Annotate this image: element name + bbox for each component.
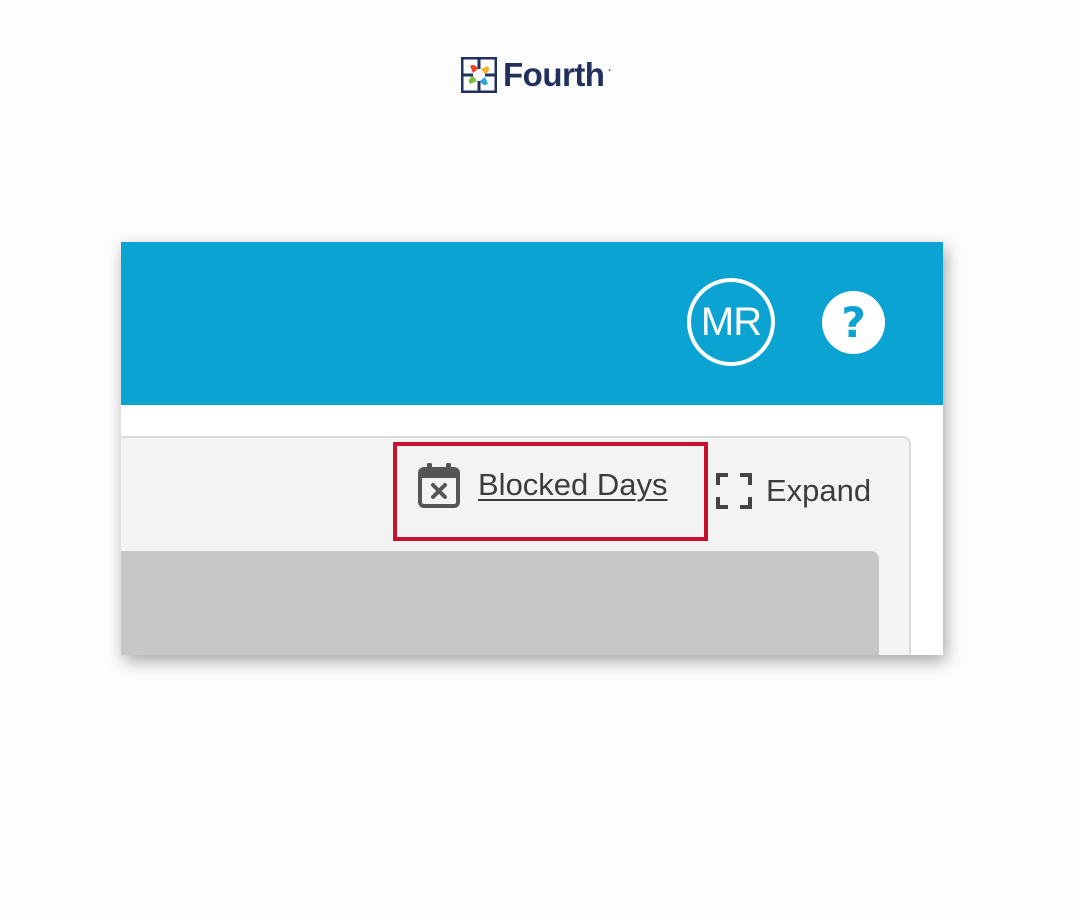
fourth-logo-text: Fourth. [503,57,611,93]
help-button[interactable]: ? [822,291,885,354]
expand-button[interactable]: Expand [716,471,871,511]
app-header: MR ? [121,242,943,405]
content-area: Blocked Days Expand [121,405,943,655]
calendar-x-icon [418,463,460,508]
panel-body [121,551,879,655]
user-avatar[interactable]: MR [687,278,775,366]
instruction-graphic: Fourth. MR ? Blocked Days Expand [0,0,1080,920]
trademark-dot: . [608,63,611,74]
screenshot-card: MR ? Blocked Days Expand [121,242,943,655]
blocked-days-link[interactable]: Blocked Days [417,461,668,509]
fourth-logo-icon [461,57,497,93]
expand-corners-icon [716,473,752,509]
expand-label[interactable]: Expand [766,471,871,511]
fourth-logo: Fourth. [461,55,611,95]
blocked-days-label[interactable]: Blocked Days [478,465,668,505]
